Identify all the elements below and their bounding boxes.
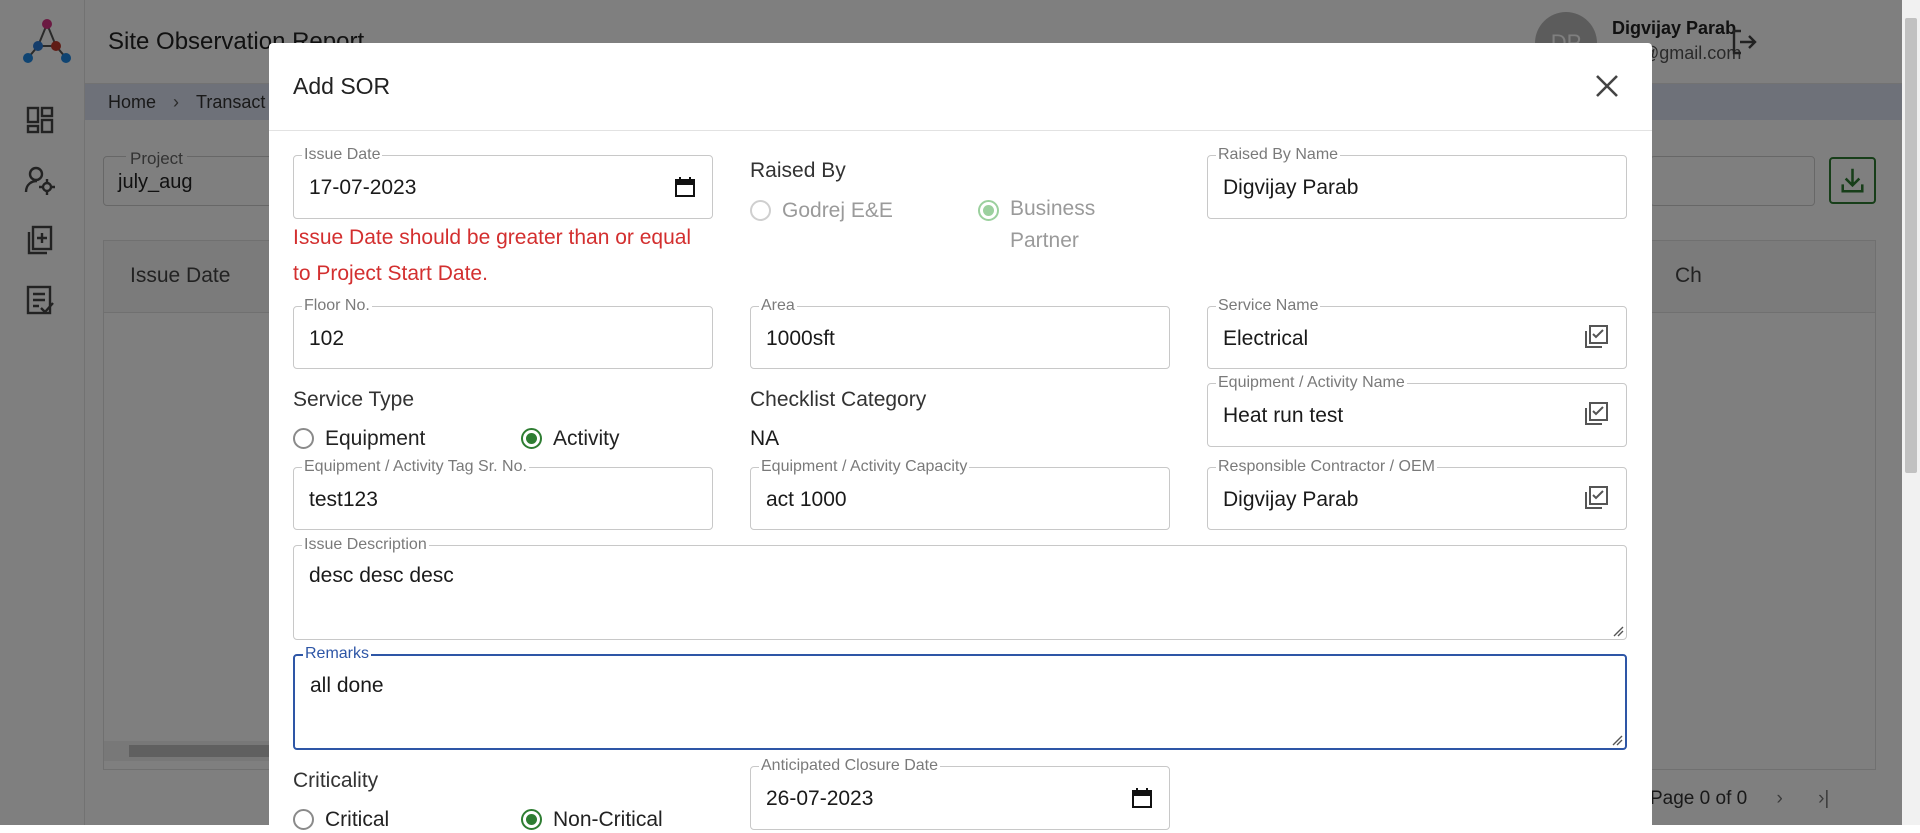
close-icon[interactable] [1592,71,1622,101]
contractor-field[interactable]: Responsible Contractor / OEM Digvijay Pa… [1207,458,1627,530]
remarks-label: Remarks [303,645,372,663]
tag-sr-no-field[interactable]: Equipment / Activity Tag Sr. No. test123 [293,458,713,530]
radio-equipment[interactable]: Equipment [293,426,425,452]
radio-critical[interactable]: Critical [293,807,389,833]
floor-no-label: Floor No. [302,297,372,315]
raised-by-name-value: Digvijay Parab [1223,176,1359,199]
resize-handle-icon[interactable] [1612,625,1624,637]
dialog-header: Add SOR [269,43,1652,131]
radio-circle [521,428,542,449]
select-checklist-icon[interactable] [1582,400,1610,428]
equipment-activity-name-field[interactable]: Equipment / Activity Name Heat run test [1207,374,1627,447]
resize-handle-icon[interactable] [1611,734,1623,746]
radio-business-partner[interactable]: Business Partner [978,197,1128,257]
service-name-value: Electrical [1223,327,1309,350]
area-value: 1000sft [766,327,835,350]
service-type-label: Service Type [293,388,415,411]
radio-circle [293,809,314,830]
anticipated-closure-date-field[interactable]: Anticipated Closure Date 26-07-2023 [750,757,1170,830]
radio-activity[interactable]: Activity [521,426,620,452]
calendar-icon[interactable] [674,176,696,198]
equipment-activity-name-value: Heat run test [1223,404,1344,427]
radio-godrej[interactable]: Godrej E&E [750,198,893,224]
radio-label: Business Partner [1010,197,1096,252]
scrollbar-thumb[interactable] [1905,18,1917,473]
issue-date-label: Issue Date [302,146,383,164]
radio-circle [978,200,999,221]
anticipated-closure-date-value: 26-07-2023 [766,787,874,810]
dialog-title: Add SOR [293,73,391,99]
calendar-icon[interactable] [1131,787,1153,809]
radio-label: Equipment [325,427,426,450]
issue-description-value: desc desc desc [309,564,454,587]
vertical-scrollbar[interactable] [1902,0,1920,825]
tag-sr-no-value: test123 [309,488,378,511]
add-sor-dialog: Add SOR Issue Date 17-07-2023 Issue Date… [269,43,1652,831]
contractor-label: Responsible Contractor / OEM [1216,458,1437,476]
capacity-field[interactable]: Equipment / Activity Capacity act 1000 [750,458,1170,530]
area-field[interactable]: Area 1000sft [750,297,1170,369]
equipment-activity-name-label: Equipment / Activity Name [1216,374,1407,392]
raised-by-label: Raised By [750,159,846,182]
capacity-value: act 1000 [766,488,847,511]
remarks-textarea[interactable]: Remarks all done [293,645,1627,750]
issue-date-value: 17-07-2023 [309,176,417,199]
radio-label: Non-Critical [553,808,663,831]
checklist-category-value: NA [750,427,780,450]
raised-by-name-label: Raised By Name [1216,146,1341,164]
service-name-label: Service Name [1216,297,1321,315]
floor-no-field[interactable]: Floor No. 102 [293,297,713,369]
radio-circle [521,809,542,830]
contractor-value: Digvijay Parab [1223,488,1359,511]
remarks-value: all done [310,674,384,697]
radio-label: Godrej E&E [782,199,893,222]
radio-non-critical[interactable]: Non-Critical [521,807,663,833]
floor-no-value: 102 [309,327,345,350]
area-label: Area [759,297,797,315]
radio-circle [750,200,771,221]
capacity-label: Equipment / Activity Capacity [759,458,970,476]
anticipated-closure-date-label: Anticipated Closure Date [759,757,940,775]
checklist-category-label: Checklist Category [750,388,927,411]
radio-label: Critical [325,808,390,831]
issue-date-field[interactable]: Issue Date 17-07-2023 [293,146,713,219]
criticality-label: Criticality [293,769,379,792]
tag-sr-no-label: Equipment / Activity Tag Sr. No. [302,458,529,476]
issue-description-textarea[interactable]: Issue Description desc desc desc [293,536,1627,640]
issue-date-error: Issue Date should be greater than or equ… [293,226,692,285]
select-checklist-icon[interactable] [1582,484,1610,512]
radio-label: Activity [553,427,620,450]
raised-by-name-field[interactable]: Raised By Name Digvijay Parab [1207,146,1627,219]
select-checklist-icon[interactable] [1582,323,1610,351]
radio-circle [293,428,314,449]
service-name-field[interactable]: Service Name Electrical [1207,297,1627,369]
issue-description-label: Issue Description [302,536,429,554]
